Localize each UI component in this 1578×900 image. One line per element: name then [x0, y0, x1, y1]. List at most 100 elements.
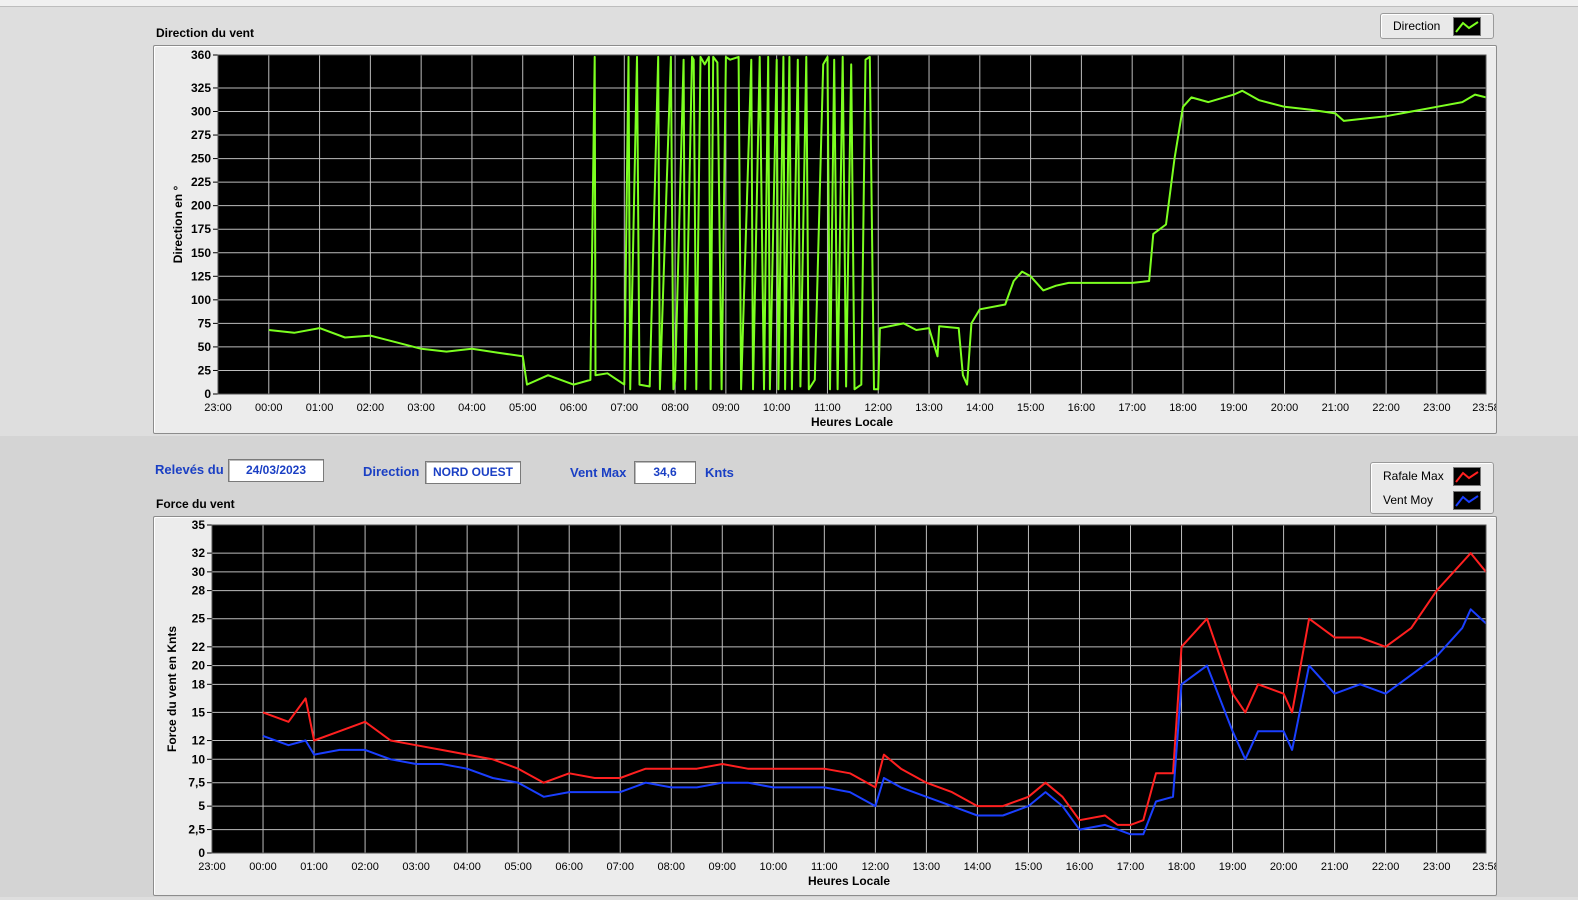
y-tick-label: 100	[191, 293, 211, 307]
x-tick-label: 03:00	[407, 402, 435, 414]
y-tick-label: 15	[192, 705, 206, 719]
y-tick-label: 200	[191, 199, 211, 213]
direction-chart-title: Direction du vent	[156, 26, 255, 40]
legend-item-vent-moy[interactable]: Vent Moy	[1371, 488, 1493, 512]
x-tick-label: 07:00	[606, 861, 634, 873]
y-tick-label: 0	[198, 846, 205, 860]
vent-max-label: Vent Max	[570, 465, 627, 480]
y-tick-label: 360	[191, 48, 211, 62]
x-tick-label: 09:00	[709, 861, 737, 873]
y-tick-label: 175	[191, 222, 211, 236]
x-tick-label: 11:00	[814, 402, 841, 414]
x-tick-label: 00:00	[255, 402, 283, 414]
x-tick-label: 12:00	[862, 861, 890, 873]
x-tick-label: 16:00	[1068, 402, 1096, 414]
x-tick-label: 00:00	[249, 861, 277, 873]
x-tick-label: 17:00	[1118, 402, 1146, 414]
line-swatch-icon	[1453, 491, 1481, 510]
x-tick-label: 05:00	[504, 861, 532, 873]
y-tick-label: 325	[191, 81, 211, 95]
y-tick-label: 20	[192, 659, 206, 673]
y-tick-label: 10	[192, 752, 206, 766]
y-axis-title: Force du vent en Knts	[165, 626, 179, 752]
force-chart: 23:00 00:00 01:00 02:00 03:00 04:00 05:00 06:00…	[165, 518, 1500, 888]
legend-item-direction[interactable]: Direction	[1381, 14, 1493, 38]
x-tick-label: 19:00	[1220, 402, 1248, 414]
x-tick-label: 23:00	[204, 402, 232, 414]
line-swatch-icon	[1453, 17, 1481, 36]
x-axis-title: Heures Locale	[808, 874, 890, 888]
y-tick-label: 300	[191, 105, 211, 119]
line-swatch-icon	[1453, 467, 1481, 486]
y-tick-label: 75	[198, 316, 212, 330]
x-tick-label: 22:00	[1372, 861, 1400, 873]
x-tick-label: 21:00	[1321, 861, 1349, 873]
y-tick-label: 250	[191, 152, 211, 166]
direction-field[interactable]: NORD OUEST	[425, 461, 521, 484]
force-chart-title: Force du vent	[156, 497, 235, 511]
force-chart-panel: 23:00 00:00 01:00 02:00 03:00 04:00 05:00 06:00…	[153, 516, 1500, 896]
x-tick-label: 23:00	[1423, 861, 1451, 873]
x-tick-label: 04:00	[458, 402, 486, 414]
y-tick-label: 2,5	[188, 823, 205, 837]
direction-label: Direction	[363, 464, 420, 479]
unit-label: Knts	[705, 465, 734, 480]
x-tick-label: 15:00	[1017, 402, 1045, 414]
x-tick-label: 11:00	[811, 861, 838, 873]
y-tick-label: 275	[191, 128, 211, 142]
x-tick-label: 23:00	[1423, 402, 1451, 414]
x-tick-label: 12:00	[864, 402, 892, 414]
y-axis-title: Direction en °	[171, 186, 185, 264]
x-tick-label: 20:00	[1270, 861, 1298, 873]
x-tick-label: 02:00	[357, 402, 385, 414]
x-tick-label: 16:00	[1066, 861, 1094, 873]
y-tick-label: 22	[192, 640, 206, 654]
x-tick-label: 01:00	[300, 861, 328, 873]
x-tick-label: 23:00	[198, 861, 226, 873]
x-tick-label: 21:00	[1322, 402, 1350, 414]
x-tick-label: 10:00	[760, 861, 788, 873]
x-tick-label: 09:00	[712, 402, 740, 414]
y-tick-label: 35	[192, 518, 206, 532]
x-tick-label: 23:58	[1472, 402, 1496, 414]
plot-area	[212, 525, 1486, 853]
x-tick-label: 08:00	[657, 861, 685, 873]
x-tick-label: 04:00	[453, 861, 481, 873]
x-tick-label: 17:00	[1117, 861, 1145, 873]
x-tick-label: 06:00	[555, 861, 583, 873]
x-tick-label: 18:00	[1169, 402, 1197, 414]
date-field[interactable]: 24/03/2023	[228, 459, 324, 482]
y-tick-label: 7,5	[188, 776, 205, 790]
legend-label-rafale-max: Rafale Max	[1383, 469, 1444, 483]
x-tick-label: 05:00	[509, 402, 537, 414]
x-tick-label: 07:00	[611, 402, 639, 414]
y-tick-label: 150	[191, 246, 211, 260]
x-tick-label: 22:00	[1372, 402, 1400, 414]
direction-chart: 23:00 00:00 01:00 02:00 03:00 04:00 05:00 06:00…	[171, 48, 1500, 429]
legend-item-rafale-max[interactable]: Rafale Max	[1371, 464, 1493, 488]
legend-label-vent-moy: Vent Moy	[1383, 493, 1434, 507]
x-tick-label: 02:00	[351, 861, 379, 873]
y-tick-label: 50	[198, 340, 212, 354]
legend-label-direction: Direction	[1393, 19, 1441, 33]
y-tick-label: 25	[198, 363, 212, 377]
x-axis-title: Heures Locale	[811, 415, 893, 429]
x-tick-label: 03:00	[402, 861, 430, 873]
x-tick-label: 15:00	[1015, 861, 1043, 873]
direction-legend[interactable]: Direction	[1380, 13, 1494, 39]
x-tick-label: 13:00	[913, 861, 941, 873]
y-tick-label: 30	[192, 565, 206, 579]
date-label: Relevés du	[155, 462, 224, 477]
x-tick-label: 20:00	[1271, 402, 1299, 414]
x-tick-label: 08:00	[661, 402, 689, 414]
y-tick-label: 225	[191, 175, 211, 189]
x-tick-label: 23:58	[1472, 861, 1496, 873]
y-tick-label: 5	[198, 799, 205, 813]
x-tick-label: 06:00	[560, 402, 588, 414]
y-tick-label: 125	[191, 269, 211, 283]
vent-max-field[interactable]: 34,6	[634, 461, 696, 484]
force-legend[interactable]: Rafale Max Vent Moy	[1370, 462, 1494, 514]
direction-chart-panel: 23:00 00:00 01:00 02:00 03:00 04:00 05:00 06:00…	[153, 45, 1500, 434]
x-tick-label: 19:00	[1219, 861, 1247, 873]
x-tick-label: 14:00	[964, 861, 992, 873]
